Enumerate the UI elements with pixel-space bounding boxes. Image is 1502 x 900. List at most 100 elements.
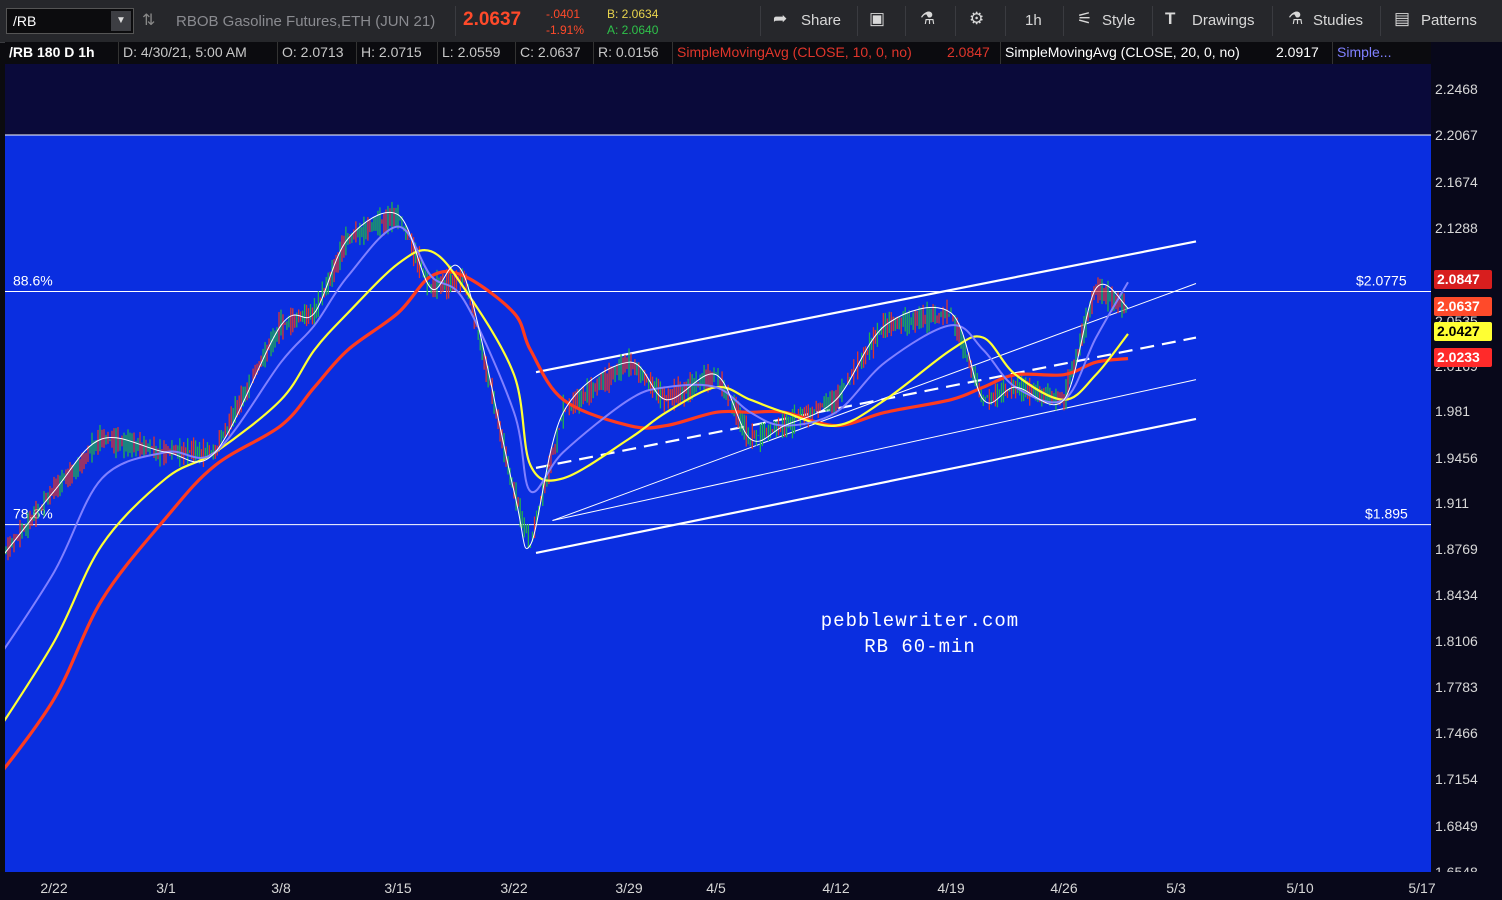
fib-low-price-label: $1.895 [1365,506,1408,522]
candles-icon[interactable]: ⚟ [1077,9,1092,29]
instrument-description: RBOB Gasoline Futures,ETH (JUN 21) [176,13,436,30]
y-tick-label: 1.7783 [1435,679,1478,695]
divider [905,6,906,36]
bar-date: D: 4/30/21, 5:00 AM [123,44,247,60]
divider [955,6,956,36]
y-tick-label: 1.6849 [1435,818,1478,834]
watermark-site: pebblewriter.com [821,610,1019,632]
price-tag-label: 2.0847 [1437,271,1480,287]
low-value: L: 2.0559 [442,44,501,60]
y-tick-label: 2.1674 [1435,174,1478,190]
chart-symbol: /RB 180 D 1h [9,44,95,60]
patterns-button[interactable]: Patterns [1421,12,1477,29]
divider [857,6,858,36]
flask-icon[interactable]: ⚗ [920,9,935,29]
patterns-icon[interactable]: ▤ [1394,9,1410,29]
x-tick-label: 5/3 [1166,880,1186,896]
watermark-caption: RB 60-min [864,636,976,658]
net-change: -.0401 [546,7,581,21]
y-tick-label: 1.8769 [1435,541,1478,557]
timeframe-button[interactable]: 1h [1025,12,1042,29]
y-tick-label: 1.7466 [1435,725,1478,741]
drawings-button[interactable]: Drawings [1192,12,1255,29]
sma20-label[interactable]: SimpleMovingAvg (CLOSE, 20, 0, no) [1005,44,1240,60]
studies-button[interactable]: Studies [1313,12,1363,29]
divider [1005,6,1006,36]
ask-price: A: 2.0640 [607,23,659,37]
divider [118,42,119,64]
price-axis[interactable]: 2.24682.20672.16742.12882.09092.05352.01… [1431,42,1502,872]
style-button[interactable]: Style [1102,12,1135,29]
snapshot-icon[interactable]: ▣ [869,9,885,29]
y-tick-label: 1.911 [1435,495,1469,511]
price-tag-label: 2.0233 [1437,349,1480,365]
blue-region [5,135,1431,872]
divider [1063,6,1064,36]
divider [1000,42,1001,64]
price-tag-label: 2.0637 [1437,298,1480,314]
divider [1272,6,1273,36]
x-tick-label: 2/22 [40,880,67,896]
y-tick-label: 2.1288 [1435,220,1478,236]
info-bar: /RB 180 D 1h D: 4/30/21, 5:00 AM O: 2.07… [5,42,1431,64]
divider [672,42,673,64]
bid-price: B: 2.0634 [607,7,659,21]
sma10-label[interactable]: SimpleMovingAvg (CLOSE, 10, 0, no) [677,44,912,60]
share-icon[interactable]: ➦ [773,9,787,29]
divider [593,42,594,64]
divider [277,42,278,64]
link-icon[interactable]: ⇅ [142,10,155,30]
x-tick-label: 4/12 [822,880,849,896]
close-value: C: 2.0637 [520,44,581,60]
y-tick-label: 2.2468 [1435,81,1478,97]
share-button[interactable]: Share [801,12,841,29]
studies-flask-icon[interactable]: ⚗ [1288,9,1303,29]
open-value: O: 2.0713 [282,44,344,60]
text-icon[interactable]: T [1165,9,1175,29]
x-tick-label: 3/22 [500,880,527,896]
pct-change: -1.91% [546,23,585,37]
fib-low-label: 78.6% [13,506,53,522]
symbol-selector[interactable]: /RB ▼ [6,8,134,34]
y-tick-label: 1.8434 [1435,587,1478,603]
x-tick-label: 5/17 [1408,880,1435,896]
y-tick-label: 1.9456 [1435,450,1478,466]
time-axis-svg: 2/22 3/1 3/8 3/15 3/22 3/29 4/5 4/12 4/19 4/26 5/3… [40,880,1435,896]
y-tick-label: 1.8106 [1435,633,1478,649]
symbol-text: /RB [13,13,37,29]
chevron-down-icon[interactable]: ▼ [111,11,131,31]
price-axis-svg: 2.24682.20672.16742.12882.09092.05352.01… [1434,81,1492,872]
range-value: R: 0.0156 [598,44,659,60]
gear-icon[interactable]: ⚙ [969,9,984,29]
x-tick-label: 3/15 [384,880,411,896]
divider [1152,6,1153,36]
y-tick-label: 1.981 [1435,403,1470,419]
x-tick-label: 5/10 [1286,880,1313,896]
sma10-value: 2.0847 [947,44,990,60]
y-tick-label: 1.6548 [1435,864,1478,872]
high-value: H: 2.0715 [361,44,422,60]
toolbar: /RB ▼ ⇅ RBOB Gasoline Futures,ETH (JUN 2… [0,0,1502,43]
x-tick-label: 3/1 [156,880,176,896]
x-tick-label: 3/8 [271,880,291,896]
divider [356,42,357,64]
upper-dark-region [5,64,1431,135]
fib-high-label: 88.6% [13,272,53,288]
divider [455,6,456,36]
divider [1380,6,1381,36]
divider [1332,42,1333,64]
x-tick-label: 3/29 [615,880,642,896]
sma-more-label[interactable]: Simple... [1337,44,1391,60]
time-axis[interactable]: 2/22 3/1 3/8 3/15 3/22 3/29 4/5 4/12 4/19 4/26 5/3… [0,872,1502,900]
divider [760,6,761,36]
divider [437,42,438,64]
divider [515,42,516,64]
y-tick-label: 2.2067 [1435,127,1478,143]
fib-high-price-label: $2.0775 [1356,272,1407,288]
sma20-value: 2.0917 [1276,44,1319,60]
x-tick-label: 4/19 [937,880,964,896]
x-tick-label: 4/5 [706,880,726,896]
last-price: 2.0637 [463,9,522,30]
plot-area[interactable]: 88.6% $2.0775 78.6% $1.895 pebblewriter.com R… [5,64,1431,872]
price-chart[interactable]: 88.6% $2.0775 78.6% $1.895 pebblewriter.com R… [5,64,1431,872]
